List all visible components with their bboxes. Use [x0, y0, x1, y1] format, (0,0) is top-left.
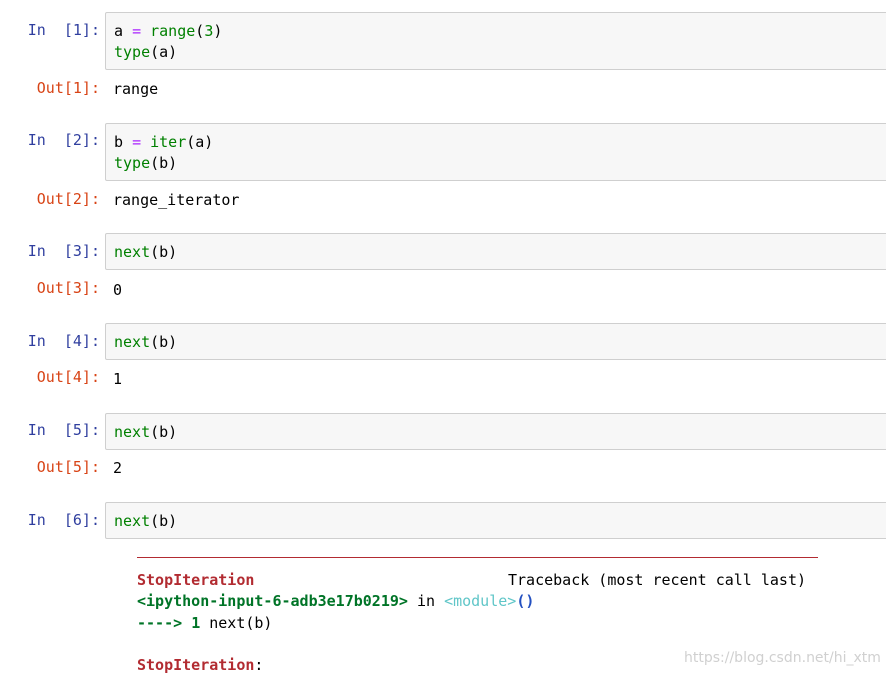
cell-2-out-prompt: Out[2]: [36, 190, 100, 208]
traceback-code-line: ----> 1 next(b) [137, 613, 272, 634]
code-line: next(b) [114, 332, 886, 353]
code-line: type(b) [114, 153, 886, 174]
traceback-line-fn: next [209, 614, 246, 632]
cell-2-output: range_iterator [113, 191, 240, 209]
code-token: (b) [150, 423, 178, 441]
code-token: (a) [186, 133, 214, 151]
code-line: type(a) [114, 42, 886, 63]
code-token: b [114, 133, 124, 151]
code-token: (b) [150, 243, 178, 261]
traceback-final-error: StopIteration [137, 656, 255, 674]
cell-3-in-prompt: In [3]: [27, 242, 100, 260]
code-token: type [114, 43, 151, 61]
code-line: b = iter(a) [114, 132, 886, 153]
traceback-arrow: ----> [137, 614, 183, 632]
code-token: next [114, 512, 151, 530]
cell-5-input[interactable]: next(b) [105, 413, 886, 450]
code-token: next [114, 423, 151, 441]
code-token: range [150, 22, 196, 40]
cell-6-input[interactable]: next(b) [105, 502, 886, 539]
code-token: = [132, 133, 142, 151]
code-token: (b) [150, 512, 178, 530]
cell-1-output: range [113, 80, 159, 98]
code-token: next [114, 333, 151, 351]
code-line: a = range(3) [114, 21, 886, 42]
code-token: (b) [150, 154, 178, 172]
code-token: type [114, 154, 151, 172]
code-token: 3 [204, 22, 214, 40]
traceback-in-word: in [407, 592, 445, 610]
traceback-frame-line: <ipython-input-6-adb3e17b0219> in <modul… [137, 591, 534, 612]
code-token: iter [150, 133, 187, 151]
code-token: (a) [150, 43, 178, 61]
cell-5-in-prompt: In [5]: [27, 421, 100, 439]
traceback-header-line: StopIteration Traceback (most recent call… [137, 570, 806, 591]
code-token: (b) [150, 333, 178, 351]
traceback-header: Traceback (most recent call last) [508, 571, 807, 589]
cell-4-output: 1 [113, 370, 123, 388]
cell-4-out-prompt: Out[4]: [36, 368, 100, 386]
cell-4-input[interactable]: next(b) [105, 323, 886, 360]
cell-3-output: 0 [113, 281, 123, 299]
cell-1-in-prompt: In [1]: [27, 21, 100, 39]
traceback-divider [137, 557, 818, 558]
cell-1-input[interactable]: a = range(3) type(a) [105, 12, 886, 70]
code-token: ( [195, 22, 205, 40]
traceback-line-args: (b) [245, 614, 273, 632]
code-line: next(b) [114, 422, 886, 443]
traceback-input-ref: <ipython-input-6-adb3e17b0219> [137, 592, 408, 610]
cell-2-input[interactable]: b = iter(a) type(b) [105, 123, 886, 181]
cell-2-in-prompt: In [2]: [27, 131, 100, 149]
cell-6-in-prompt: In [6]: [27, 511, 100, 529]
cell-5-out-prompt: Out[5]: [36, 458, 100, 476]
traceback-final-line: StopIteration: [137, 655, 263, 676]
traceback-call-parens: () [516, 592, 535, 610]
traceback-error-name: StopIteration [137, 571, 255, 589]
code-token: next [114, 243, 151, 261]
cell-3-input[interactable]: next(b) [105, 233, 886, 270]
cell-3-out-prompt: Out[3]: [36, 279, 100, 297]
code-token: a [114, 22, 124, 40]
cell-4-in-prompt: In [4]: [27, 332, 100, 350]
jupyter-notebook: { "cells": [ { "in_prompt": "In [1]:", "… [0, 0, 886, 676]
traceback-module: <module> [444, 592, 517, 610]
code-token: = [132, 22, 142, 40]
code-line: next(b) [114, 242, 886, 263]
traceback-line-no: 1 [191, 614, 201, 632]
cell-1-out-prompt: Out[1]: [36, 79, 100, 97]
cell-5-output: 2 [113, 459, 123, 477]
watermark: https://blog.csdn.net/hi_xtm [684, 650, 881, 666]
code-line: next(b) [114, 511, 886, 532]
traceback-final-colon: : [254, 656, 264, 674]
code-token: ) [213, 22, 223, 40]
